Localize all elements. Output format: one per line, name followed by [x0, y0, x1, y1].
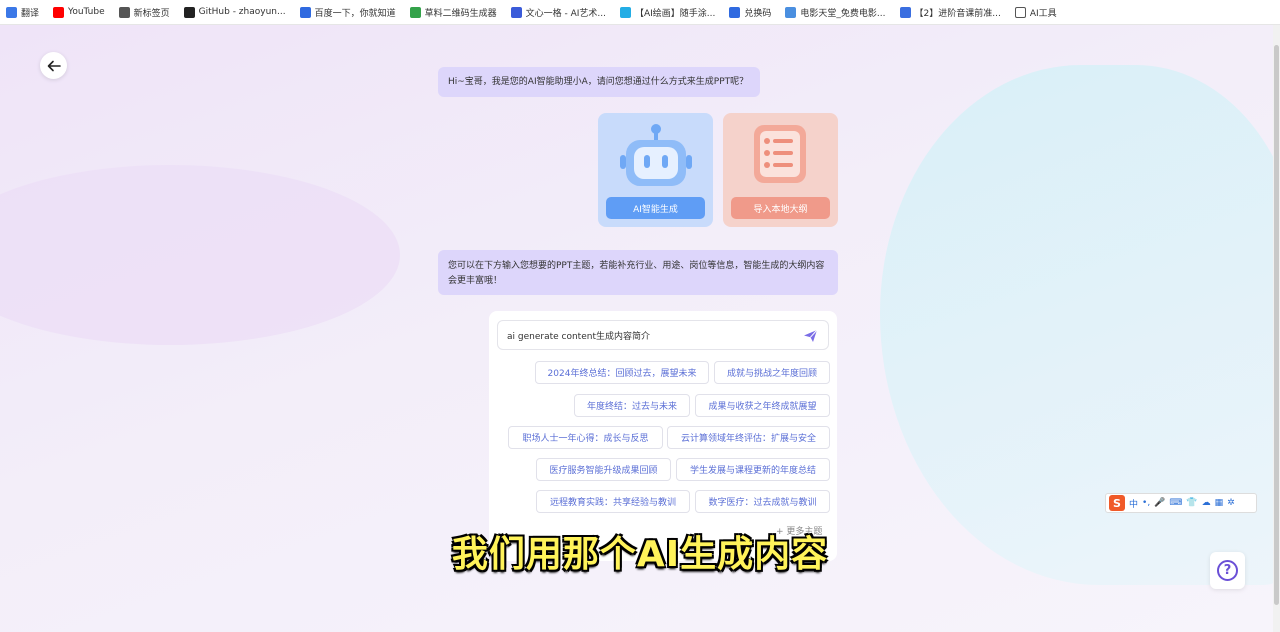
bookmark-item[interactable]: GitHub - zhaoyun...: [183, 6, 286, 18]
ai-generate-card[interactable]: AI智能生成: [598, 113, 713, 227]
cloud-icon[interactable]: ☁: [1202, 498, 1211, 508]
bookmark-label: 翻译: [21, 8, 40, 19]
qrcode-icon: [409, 6, 421, 18]
document-list-icon: [754, 125, 806, 183]
movie-icon: [785, 6, 797, 18]
topic-input[interactable]: ai generate content生成内容简介: [497, 320, 829, 350]
import-outline-card[interactable]: 导入本地大纲: [723, 113, 838, 227]
help-button[interactable]: ?: [1210, 552, 1245, 589]
main-area: Hi~宝哥，我是您的AI智能助理小A，请问您想通过什么方式来生成PPT呢？ AI…: [0, 25, 1280, 632]
bookmark-item[interactable]: AI工具: [1014, 6, 1057, 19]
bilibili-icon: [619, 6, 631, 18]
baidu-icon: [299, 6, 311, 18]
bookmark-item[interactable]: 文心一格 - AI艺术...: [510, 6, 606, 19]
microphone-icon[interactable]: 🎤: [1154, 498, 1165, 508]
bookmark-label: 【2】进阶音课前准...: [914, 8, 1001, 19]
bookmark-item[interactable]: 草料二维码生成器: [409, 6, 497, 19]
wenxin-icon: [510, 6, 522, 18]
topic-suggestion-chip[interactable]: 医疗服务智能升级成果回顾: [536, 458, 671, 481]
bookmark-label: GitHub - zhaoyun...: [198, 7, 286, 17]
robot-icon: [620, 124, 692, 186]
sogou-logo-icon: S: [1109, 495, 1125, 511]
bookmark-label: 新标签页: [133, 8, 170, 19]
bookmark-label: AI工具: [1029, 8, 1057, 19]
topic-suggestion-chip[interactable]: 数字医疗：过去成就与教训: [695, 490, 830, 513]
back-button[interactable]: [40, 52, 67, 79]
youtube-icon: [53, 6, 65, 18]
bookmark-item[interactable]: 百度一下，你就知道: [299, 6, 396, 19]
bookmark-label: 电影天堂_免费电影...: [800, 8, 886, 19]
folder-icon: [1014, 6, 1026, 18]
video-subtitle: 我们用那个AI生成内容: [451, 534, 829, 575]
topic-suggestion-chip[interactable]: 远程教育实践：共享经验与教训: [536, 490, 690, 513]
scrollbar-thumb[interactable]: [1274, 45, 1279, 605]
assistant-greeting: Hi~宝哥，我是您的AI智能助理小A，请问您想通过什么方式来生成PPT呢？: [438, 67, 760, 97]
assistant-hint: 您可以在下方输入您想要的PPT主题，若能补充行业、用途、岗位等信息，智能生成的大…: [438, 250, 838, 295]
skin-icon[interactable]: 👕: [1186, 498, 1197, 508]
topic-input-value: ai generate content生成内容简介: [507, 331, 650, 342]
bookmark-item[interactable]: 电影天堂_免费电影...: [785, 6, 886, 19]
bookmark-item[interactable]: 新标签页: [118, 6, 170, 19]
translate-icon: [6, 6, 17, 18]
check-icon: [729, 6, 741, 18]
bookmark-label: 【AI绘画】随手涂...: [634, 8, 716, 19]
doc-icon: [899, 6, 911, 18]
ime-toolbar[interactable]: S 中 •, 🎤 ⌨ 👕 ☁ ▦ ✲: [1105, 493, 1257, 513]
keyboard-icon[interactable]: ⌨: [1169, 498, 1182, 508]
background-blob: [0, 165, 400, 345]
bookmark-item[interactable]: YouTube: [53, 6, 105, 18]
bookmark-item[interactable]: 翻译: [6, 6, 39, 19]
topic-suggestion-chip[interactable]: 职场人士一年心得：成长与反思: [508, 426, 663, 449]
scrollbar[interactable]: [1273, 25, 1280, 632]
topic-suggestion-chip[interactable]: 云计算领域年终评估：扩展与安全: [667, 426, 830, 449]
bookmark-label: 百度一下，你就知道: [314, 8, 396, 19]
arrow-left-icon: [47, 60, 61, 71]
punctuation-icon[interactable]: •,: [1142, 498, 1150, 508]
bookmark-label: YouTube: [68, 7, 105, 17]
bookmark-label: 草料二维码生成器: [424, 8, 497, 19]
question-icon: ?: [1217, 560, 1238, 581]
ai-generate-button[interactable]: AI智能生成: [606, 197, 705, 219]
bookmark-label: 文心一格 - AI艺术...: [525, 8, 606, 19]
github-icon: [183, 6, 195, 18]
topic-suggestion-chip[interactable]: 2024年终总结：回顾过去，展望未来: [535, 361, 709, 384]
bookmarks-bar: 翻译 YouTube 新标签页 GitHub - zhaoyun... 百度一下，你就知…: [0, 0, 1280, 25]
send-icon[interactable]: [803, 329, 818, 343]
settings-icon[interactable]: ✲: [1227, 498, 1235, 508]
bookmark-item[interactable]: 【AI绘画】随手涂...: [619, 6, 716, 19]
toolbox-icon[interactable]: ▦: [1215, 498, 1224, 508]
bookmark-label: 兑换码: [744, 8, 772, 19]
import-outline-button[interactable]: 导入本地大纲: [731, 197, 830, 219]
bookmark-item[interactable]: 【2】进阶音课前准...: [899, 6, 1001, 19]
topic-suggestion-chip[interactable]: 成果与收获之年终成就展望: [695, 394, 830, 417]
topic-suggestion-chip[interactable]: 学生发展与课程更新的年度总结: [676, 458, 830, 481]
ime-language-toggle[interactable]: 中: [1129, 497, 1138, 510]
globe-icon: [118, 6, 130, 18]
topic-suggestion-chip[interactable]: 成就与挑战之年度回顾: [714, 361, 830, 384]
topic-suggestion-chip[interactable]: 年度终结：过去与未来: [574, 394, 690, 417]
bookmark-item[interactable]: 兑换码: [729, 6, 771, 19]
